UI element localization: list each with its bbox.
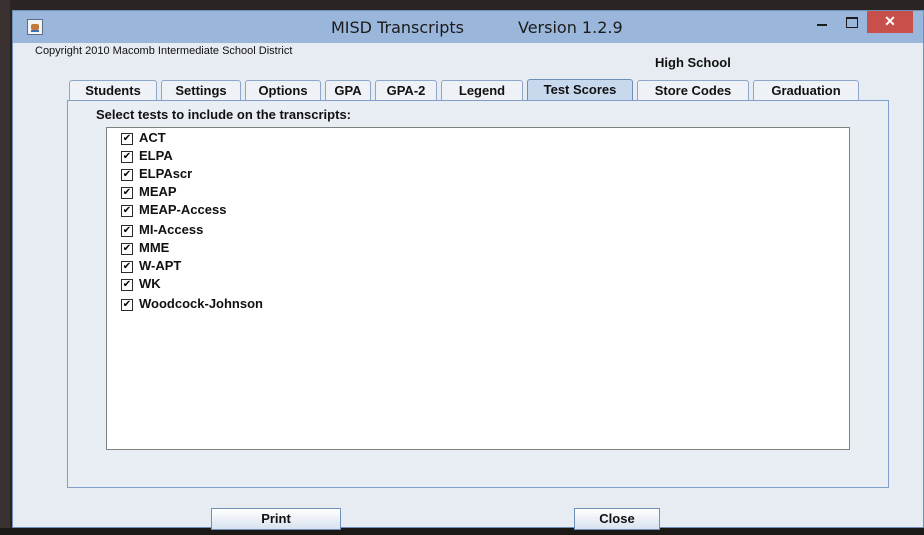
maximize-icon — [846, 17, 858, 28]
test-label: MI-Access — [139, 222, 204, 237]
tab-settings[interactable]: Settings — [161, 80, 241, 100]
test-label: MME — [139, 240, 170, 255]
maximize-button[interactable] — [839, 11, 865, 33]
copyright-text: Copyright 2010 Macomb Intermediate Schoo… — [35, 45, 293, 57]
tab-students[interactable]: Students — [69, 80, 157, 100]
minimize-button[interactable] — [809, 11, 835, 33]
tab-test-scores[interactable]: Test Scores — [527, 79, 633, 100]
main-content: Copyright 2010 Macomb Intermediate Schoo… — [13, 43, 923, 530]
close-icon: ✕ — [884, 13, 896, 29]
background-left — [0, 0, 10, 535]
test-checkbox[interactable]: ✔ — [121, 133, 133, 145]
background-bottom — [0, 528, 924, 535]
window-version: Version 1.2.9 — [518, 18, 623, 37]
test-checkbox[interactable]: ✔ — [121, 169, 133, 181]
test-checkbox[interactable]: ✔ — [121, 187, 133, 199]
tab-graduation[interactable]: Graduation — [753, 80, 859, 100]
tab-legend[interactable]: Legend — [441, 80, 523, 100]
java-app-icon[interactable] — [27, 19, 43, 35]
test-label: Woodcock-Johnson — [139, 296, 263, 311]
test-label: W-APT — [139, 258, 182, 273]
close-window-button[interactable]: ✕ — [867, 11, 913, 33]
test-checkbox[interactable]: ✔ — [121, 225, 133, 237]
test-label: WK — [139, 276, 161, 291]
window-title: MISD Transcripts — [331, 18, 464, 37]
test-label: MEAP — [139, 184, 177, 199]
test-selection-prompt: Select tests to include on the transcrip… — [96, 107, 351, 122]
tab-options[interactable]: Options — [245, 80, 321, 100]
title-bar[interactable]: MISD Transcripts Version 1.2.9 ✕ — [13, 11, 923, 43]
tab-gpa-2[interactable]: GPA-2 — [375, 80, 437, 100]
tab-gpa[interactable]: GPA — [325, 80, 371, 100]
test-label: ELPA — [139, 148, 173, 163]
school-name: High School — [655, 55, 731, 70]
test-checkbox[interactable]: ✔ — [121, 261, 133, 273]
test-scores-panel: Select tests to include on the transcrip… — [67, 100, 889, 488]
print-button[interactable]: Print — [211, 508, 341, 530]
close-button[interactable]: Close — [574, 508, 660, 530]
test-checkbox[interactable]: ✔ — [121, 279, 133, 291]
minimize-icon — [817, 24, 827, 26]
test-list: ✔ ACT ✔ ELPA ✔ ELPAscr ✔ MEAP ✔ MEAP-Acc… — [106, 127, 850, 450]
test-checkbox[interactable]: ✔ — [121, 205, 133, 217]
test-label: ELPAscr — [139, 166, 193, 181]
test-checkbox[interactable]: ✔ — [121, 299, 133, 311]
tab-store-codes[interactable]: Store Codes — [637, 80, 749, 100]
test-checkbox[interactable]: ✔ — [121, 243, 133, 255]
test-label: ACT — [139, 130, 166, 145]
test-label: MEAP-Access — [139, 202, 227, 217]
test-checkbox[interactable]: ✔ — [121, 151, 133, 163]
app-window: MISD Transcripts Version 1.2.9 ✕ Copyrig… — [12, 10, 924, 530]
